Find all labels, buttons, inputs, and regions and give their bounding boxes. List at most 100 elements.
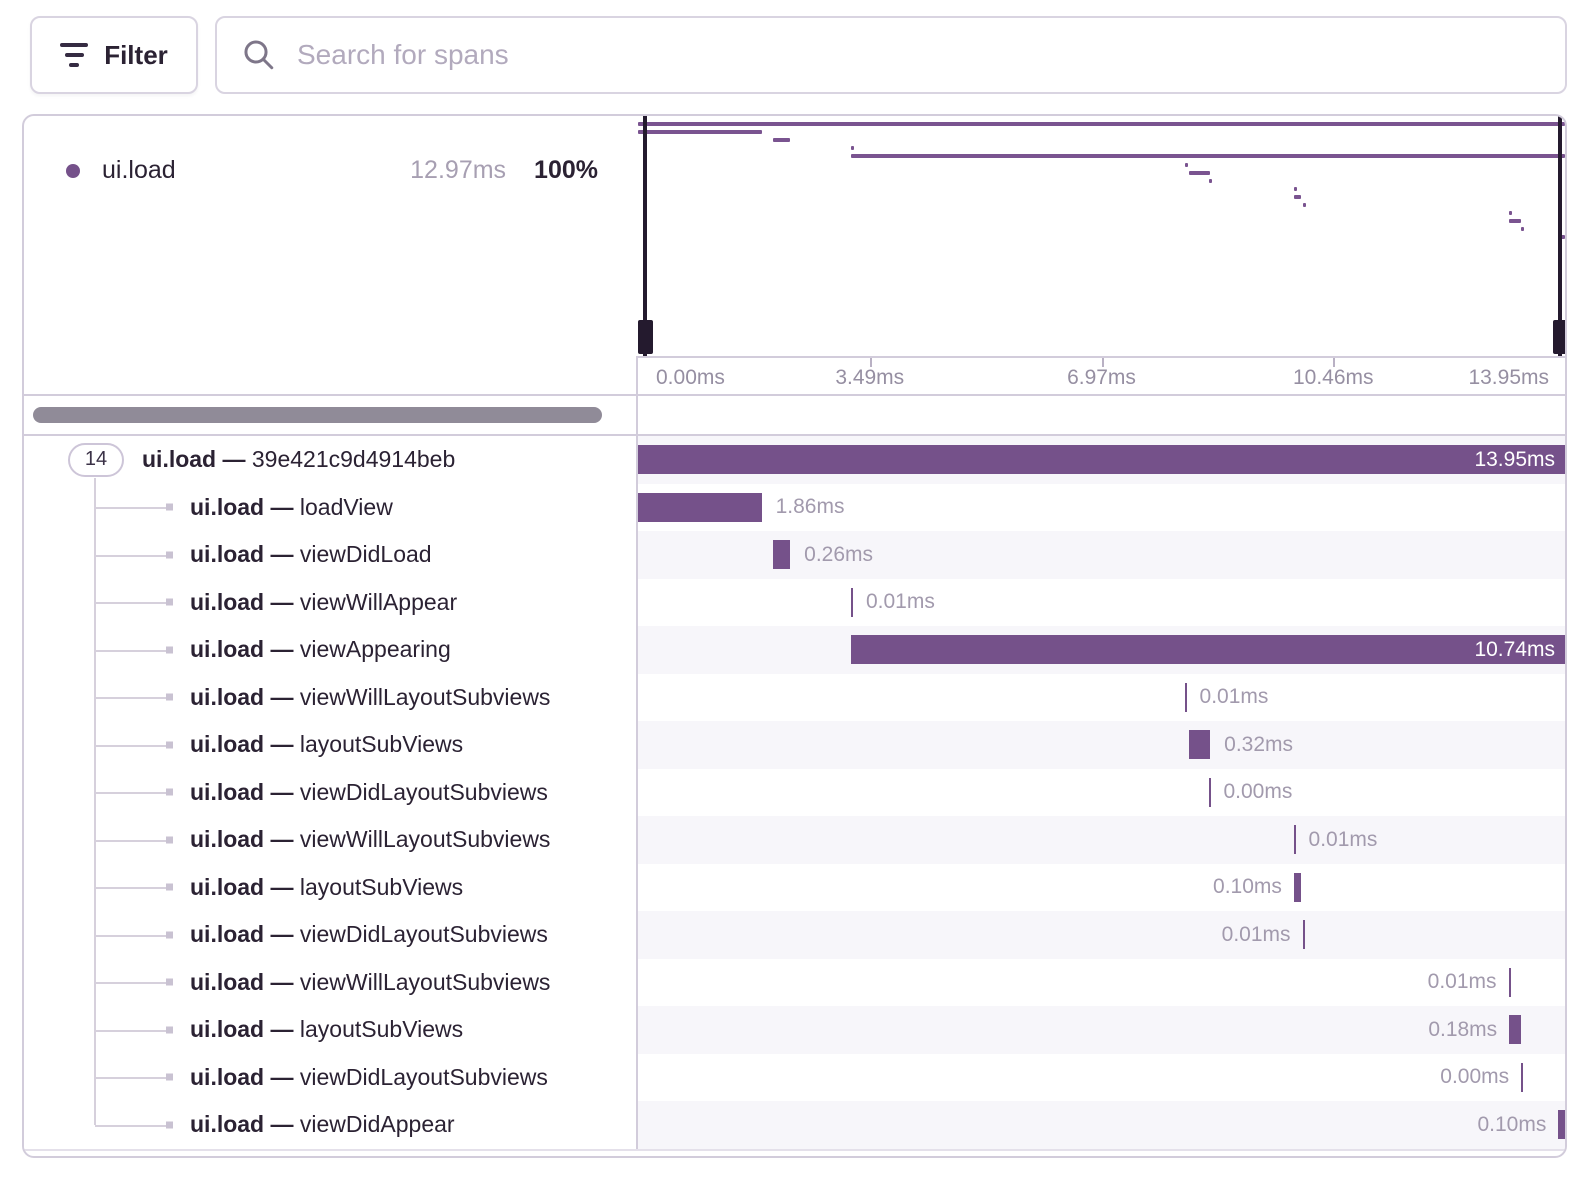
span-tree-row[interactable]: 14 ui.load — 39e421c9d4914beb — [24, 436, 636, 484]
span-bar-row[interactable]: 0.01ms — [638, 816, 1565, 864]
span-bar-row[interactable]: 0.32ms — [638, 721, 1565, 769]
span-label: ui.load — viewDidLayoutSubviews — [190, 921, 548, 948]
timeline-scroll-area — [638, 396, 1565, 434]
tree-connector-line — [95, 1125, 167, 1127]
span-duration-bar[interactable]: 13.95ms — [638, 445, 1565, 474]
tree-connector-dot — [166, 694, 173, 701]
tree-connector-dot — [166, 931, 173, 938]
tree-scroll-track[interactable] — [24, 396, 638, 434]
minimap-span-bar — [851, 146, 854, 150]
span-bar-row[interactable]: 0.00ms — [638, 1054, 1565, 1102]
minimap-span-bar — [1521, 227, 1524, 231]
tree-connector-line — [95, 1077, 167, 1079]
span-duration-bar[interactable] — [1509, 1015, 1521, 1044]
span-tree-row[interactable]: ui.load — viewAppearing — [24, 626, 636, 674]
span-bar-row[interactable]: 0.00ms — [638, 769, 1565, 817]
span-duration-bar[interactable] — [1558, 1110, 1565, 1139]
span-bar-row[interactable]: 0.01ms — [638, 674, 1565, 722]
minimap-span-bar — [1294, 195, 1301, 199]
tree-connector-dot — [166, 1026, 173, 1033]
span-duration-label: 0.10ms — [1477, 1113, 1546, 1137]
span-tree-row[interactable]: ui.load — viewDidAppear — [24, 1101, 636, 1149]
span-duration-bar[interactable] — [1303, 920, 1305, 949]
span-duration-bar[interactable] — [638, 493, 762, 522]
span-duration-label: 0.10ms — [1213, 875, 1282, 899]
span-duration-bar[interactable]: 10.74ms — [851, 635, 1565, 664]
trace-minimap[interactable] — [638, 116, 1565, 356]
horizontal-scroll-row — [24, 394, 1565, 436]
span-label: ui.load — viewWillLayoutSubviews — [190, 684, 550, 711]
span-duration-bar[interactable] — [773, 540, 790, 569]
span-tree-row[interactable]: ui.load — loadView — [24, 484, 636, 532]
span-tree-row[interactable]: ui.load — viewWillLayoutSubviews — [24, 816, 636, 864]
span-bar-row[interactable]: 0.01ms — [638, 959, 1565, 1007]
span-bar-row[interactable]: 10.74ms — [638, 626, 1565, 674]
span-label: ui.load — viewDidAppear — [190, 1111, 455, 1138]
tree-connector-dot — [166, 741, 173, 748]
span-duration-bar[interactable] — [1185, 683, 1187, 712]
axis-tick-label: 3.49ms — [835, 366, 904, 390]
minimap-right-handle[interactable] — [1553, 116, 1567, 356]
span-children-count-badge[interactable]: 14 — [68, 443, 124, 477]
minimap-span-bar — [851, 154, 1565, 158]
tree-connector-line — [95, 555, 167, 557]
span-bar-row[interactable]: 0.01ms — [638, 579, 1565, 627]
axis-tick-label: 10.46ms — [1293, 366, 1374, 390]
span-duration-bar[interactable] — [1521, 1063, 1523, 1092]
span-duration-bar[interactable] — [851, 588, 853, 617]
span-bar-row[interactable]: 0.01ms — [638, 911, 1565, 959]
span-duration-label: 0.01ms — [1222, 923, 1291, 947]
span-tree-row[interactable]: ui.load — layoutSubViews — [24, 721, 636, 769]
span-tree-row[interactable]: ui.load — viewWillLayoutSubviews — [24, 959, 636, 1007]
axis-tick-label: 0.00ms — [656, 366, 725, 390]
span-label: ui.load — 39e421c9d4914beb — [142, 446, 455, 473]
span-search-box[interactable] — [215, 16, 1567, 94]
minimap-span-bar — [1209, 179, 1212, 183]
tree-connector-line — [95, 935, 167, 937]
tree-connector-line — [95, 887, 167, 889]
span-rows: 14 ui.load — 39e421c9d4914beb ui.load — lo… — [24, 436, 1565, 1151]
span-tree-row[interactable]: ui.load — viewDidLayoutSubviews — [24, 769, 636, 817]
span-duration-label: 0.01ms — [866, 590, 935, 614]
span-op-color-dot — [66, 164, 80, 178]
span-tree-row[interactable]: ui.load — viewDidLayoutSubviews — [24, 1054, 636, 1102]
span-tree-row[interactable]: ui.load — viewDidLoad — [24, 531, 636, 579]
tree-connector-line — [95, 1030, 167, 1032]
span-op-percent: 100% — [534, 156, 598, 185]
span-duration-bar[interactable] — [1189, 730, 1210, 759]
tree-connector-dot — [166, 1074, 173, 1081]
tree-connector-dot — [166, 1121, 173, 1128]
span-bar-row[interactable]: 1.86ms — [638, 484, 1565, 532]
span-duration-label: 0.00ms — [1440, 1065, 1509, 1089]
span-duration-bar[interactable] — [1294, 873, 1301, 902]
search-input[interactable] — [297, 39, 1541, 71]
span-duration-label: 0.01ms — [1200, 685, 1269, 709]
span-duration-bar[interactable] — [1294, 825, 1296, 854]
span-duration-bar[interactable] — [1509, 968, 1511, 997]
filter-button[interactable]: Filter — [30, 16, 198, 94]
span-op-name: ui.load — [102, 156, 176, 185]
span-duration-label: 0.01ms — [1309, 828, 1378, 852]
span-label: ui.load — viewWillAppear — [190, 589, 457, 616]
span-bar-row[interactable]: 0.26ms — [638, 531, 1565, 579]
span-bar-row[interactable]: 0.10ms — [638, 864, 1565, 912]
tree-connector-dot — [166, 599, 173, 606]
time-axis: 0.00ms3.49ms6.97ms10.46ms13.95ms — [638, 356, 1565, 394]
span-duration-label: 0.32ms — [1224, 733, 1293, 757]
tree-scrollbar-thumb[interactable] — [33, 407, 602, 423]
span-duration-label: 13.95ms — [1474, 448, 1555, 472]
span-bar-row[interactable]: 13.95ms — [638, 436, 1565, 484]
span-tree-row[interactable]: ui.load — viewDidLayoutSubviews — [24, 911, 636, 959]
minimap-span-bar — [773, 138, 790, 142]
span-duration-bar[interactable] — [1209, 778, 1211, 807]
span-type-summary: ui.load 12.97ms 100% — [24, 116, 638, 356]
span-tree-row[interactable]: ui.load — layoutSubViews — [24, 864, 636, 912]
time-axis-spacer — [24, 356, 638, 394]
span-bar-row[interactable]: 0.18ms — [638, 1006, 1565, 1054]
span-bar-row[interactable]: 0.10ms — [638, 1101, 1565, 1149]
span-tree-row[interactable]: ui.load — layoutSubViews — [24, 1006, 636, 1054]
span-tree-row[interactable]: ui.load — viewWillAppear — [24, 579, 636, 627]
span-duration-label: 0.18ms — [1428, 1018, 1497, 1042]
span-tree-row[interactable]: ui.load — viewWillLayoutSubviews — [24, 674, 636, 722]
minimap-left-handle[interactable] — [638, 116, 653, 356]
